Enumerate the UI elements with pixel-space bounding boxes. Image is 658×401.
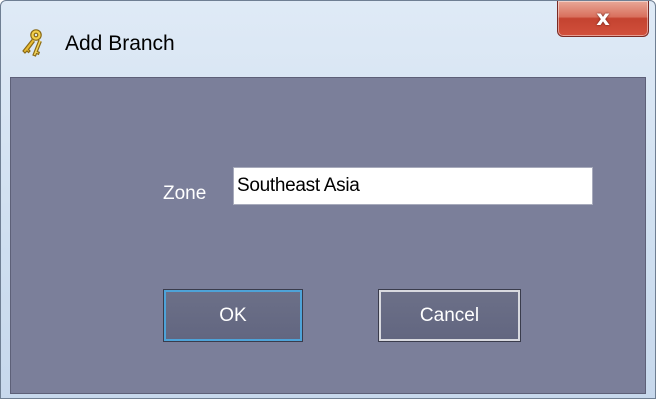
dialog-client-area: Zone OK Cancel: [10, 77, 646, 394]
keys-icon: [19, 28, 47, 58]
add-branch-dialog: Add Branch x Zone OK Cancel: [0, 0, 656, 399]
zone-label: Zone: [163, 183, 207, 204]
window-title: Add Branch: [65, 32, 175, 55]
zone-input[interactable]: [233, 167, 593, 205]
ok-button[interactable]: OK: [163, 289, 303, 342]
close-button[interactable]: x: [557, 1, 649, 37]
title-bar[interactable]: Add Branch x: [1, 1, 655, 77]
close-icon: x: [596, 6, 610, 30]
cancel-button[interactable]: Cancel: [378, 289, 521, 342]
